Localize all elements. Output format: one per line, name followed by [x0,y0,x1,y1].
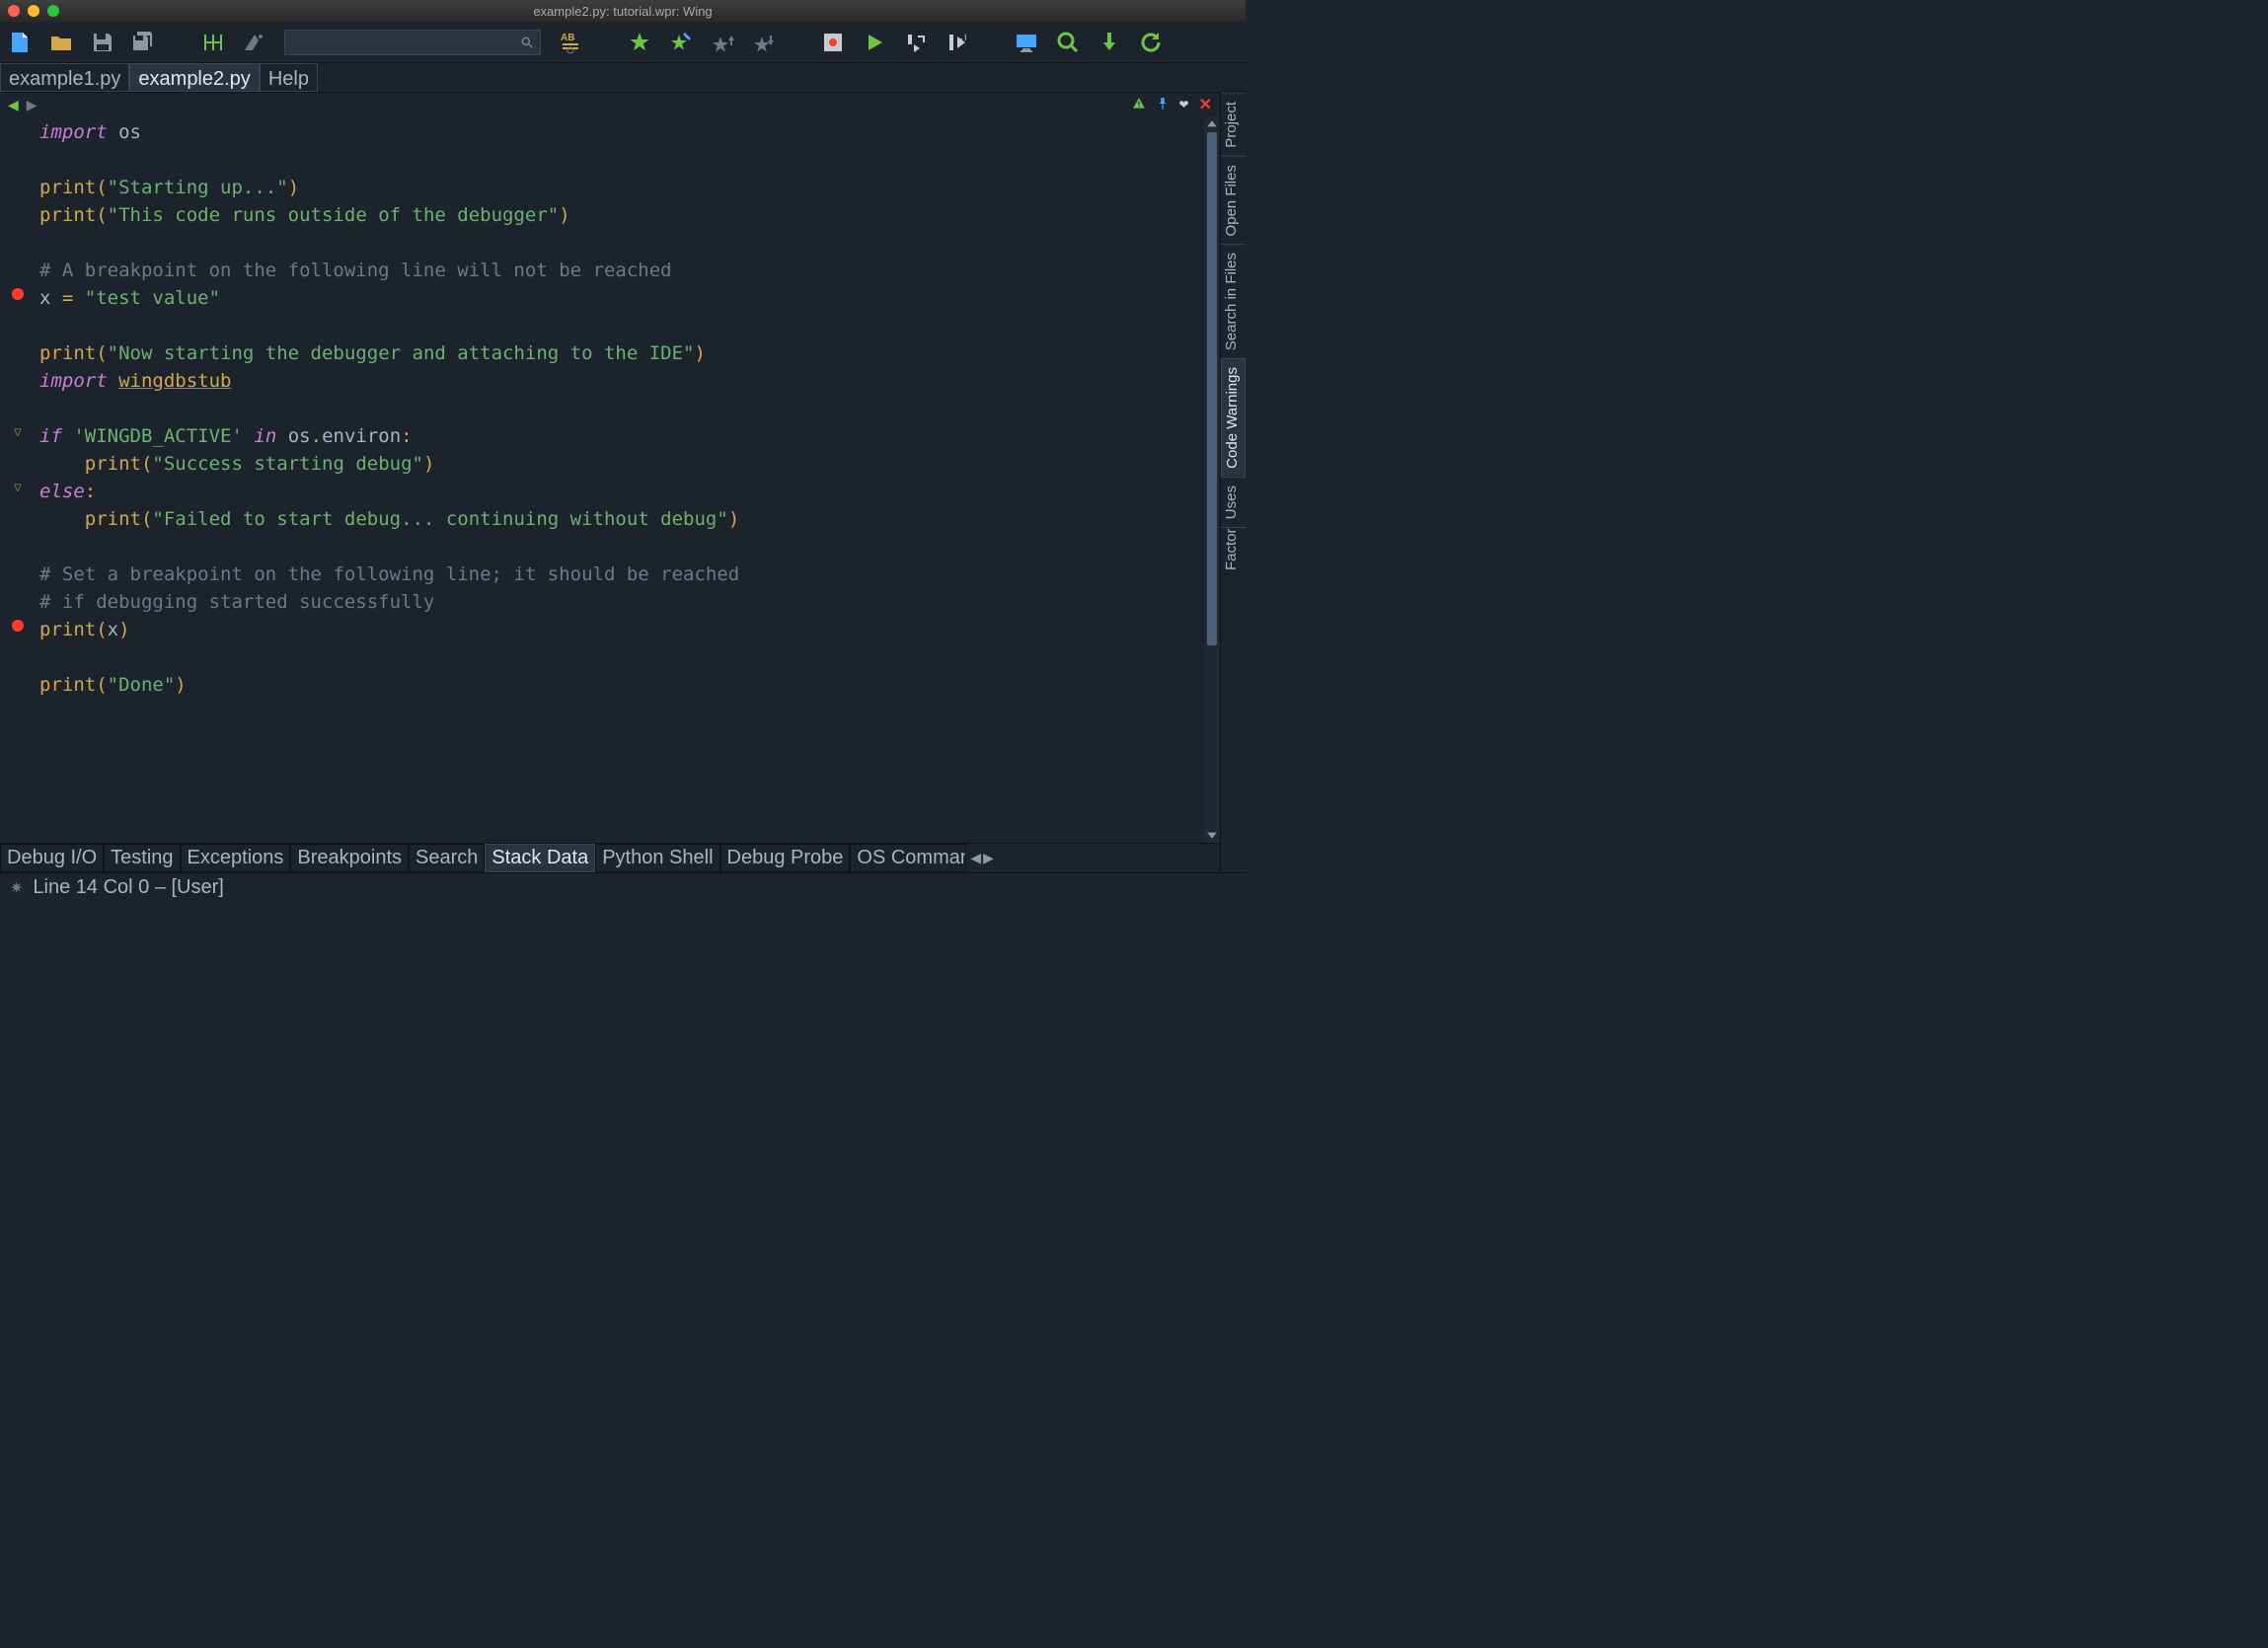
scroll-down-icon[interactable] [1206,829,1218,841]
main-toolbar: AB →I [0,22,1246,63]
side-tab-uses[interactable]: Uses [1221,477,1246,527]
monitor-button[interactable] [1015,31,1038,54]
search-box[interactable] [284,30,541,55]
right-sidebar-tabs: ProjectOpen FilesSearch in FilesCode War… [1220,93,1246,872]
status-text: Line 14 Col 0 – [User] [33,876,223,899]
search-icon [520,36,534,49]
status-bar: ✷ Line 14 Col 0 – [User] [0,872,1246,902]
replace-button[interactable]: AB [559,31,582,54]
minimize-window-button[interactable] [28,5,39,17]
editor-gutter[interactable]: ▽▽ [0,116,36,843]
window-title: example2.py: tutorial.wpr: Wing [0,4,1246,19]
goto-definition-button[interactable] [201,31,225,54]
download-button[interactable] [1097,31,1121,54]
editor-tab-example2-py[interactable]: example2.py [129,63,259,92]
warnings-icon[interactable] [1132,97,1146,113]
scrollbar-thumb[interactable] [1207,132,1217,645]
bookmark-add-button[interactable] [669,31,693,54]
bottom-tabs-scroll-right[interactable]: ▶ [983,850,994,866]
bottom-tab-os-commands[interactable]: OS Commands [850,844,966,872]
side-tab-search-in-files[interactable]: Search in Files [1221,244,1246,358]
bottom-tabs-scroll-left[interactable]: ◀ [970,850,981,866]
inspect-button[interactable] [1056,31,1080,54]
code-content[interactable]: import osprint("Starting up...")print("T… [36,116,1204,843]
save-button[interactable] [91,31,114,54]
side-tab-code-warnings[interactable]: Code Warnings [1221,358,1246,477]
new-file-button[interactable] [8,31,32,54]
bookmark-next-button[interactable] [752,31,776,54]
refresh-button[interactable] [1139,31,1163,54]
side-tab-project[interactable]: Project [1221,93,1246,156]
svg-text:→I: →I [955,33,967,42]
side-tab-open-files[interactable]: Open Files [1221,156,1246,245]
open-file-button[interactable] [49,31,73,54]
editor-tabstrip: example1.pyexample2.pyHelp [0,63,1246,93]
bottom-tab-search[interactable]: Search [409,844,485,872]
bottom-tab-testing[interactable]: Testing [104,844,180,872]
nav-forward-button[interactable]: ▶ [27,97,38,113]
bookmark-button[interactable] [628,31,651,54]
breakpoint-marker[interactable] [0,614,36,637]
window-titlebar: example2.py: tutorial.wpr: Wing [0,0,1246,22]
scroll-up-icon[interactable] [1206,118,1218,130]
bottom-tab-debug-i-o[interactable]: Debug I/O [0,844,104,872]
step-over-button[interactable] [904,31,928,54]
expand-icon[interactable]: ❤ [1179,98,1189,112]
side-tab-factoring[interactable]: Factoring [1221,527,1246,578]
bug-icon: ✷ [10,878,23,898]
bottom-tab-exceptions[interactable]: Exceptions [181,844,291,872]
zoom-window-button[interactable] [47,5,59,17]
traffic-lights [8,5,59,17]
start-debug-button[interactable] [863,31,886,54]
close-window-button[interactable] [8,5,20,17]
bookmark-prev-button[interactable] [711,31,734,54]
code-editor[interactable]: ▽▽ import osprint("Starting up...")print… [0,116,1220,843]
editor-mini-bar: ◀ ▶ ❤ ✕ [0,93,1220,116]
svg-text:AB: AB [561,33,574,43]
bottom-tab-breakpoints[interactable]: Breakpoints [290,844,409,872]
vertical-scrollbar[interactable] [1204,116,1220,843]
bottom-tabstrip: Debug I/OTestingExceptionsBreakpointsSea… [0,843,1220,872]
nav-back-button[interactable]: ◀ [8,97,19,113]
step-into-button[interactable]: →I [945,31,969,54]
bottom-tab-debug-probe[interactable]: Debug Probe [720,844,851,872]
fold-toggle[interactable]: ▽ [0,476,36,499]
find-points-of-use-button[interactable] [243,31,266,54]
editor-tab-example1-py[interactable]: example1.py [0,63,129,92]
pin-icon[interactable] [1156,97,1170,113]
close-editor-button[interactable]: ✕ [1199,95,1212,114]
bottom-tab-python-shell[interactable]: Python Shell [595,844,719,872]
stop-debug-button[interactable] [821,31,845,54]
save-all-button[interactable] [132,31,156,54]
bottom-tab-stack-data[interactable]: Stack Data [485,844,595,872]
fold-toggle[interactable]: ▽ [0,420,36,444]
editor-tab-Help[interactable]: Help [260,63,318,92]
breakpoint-marker[interactable] [0,282,36,306]
